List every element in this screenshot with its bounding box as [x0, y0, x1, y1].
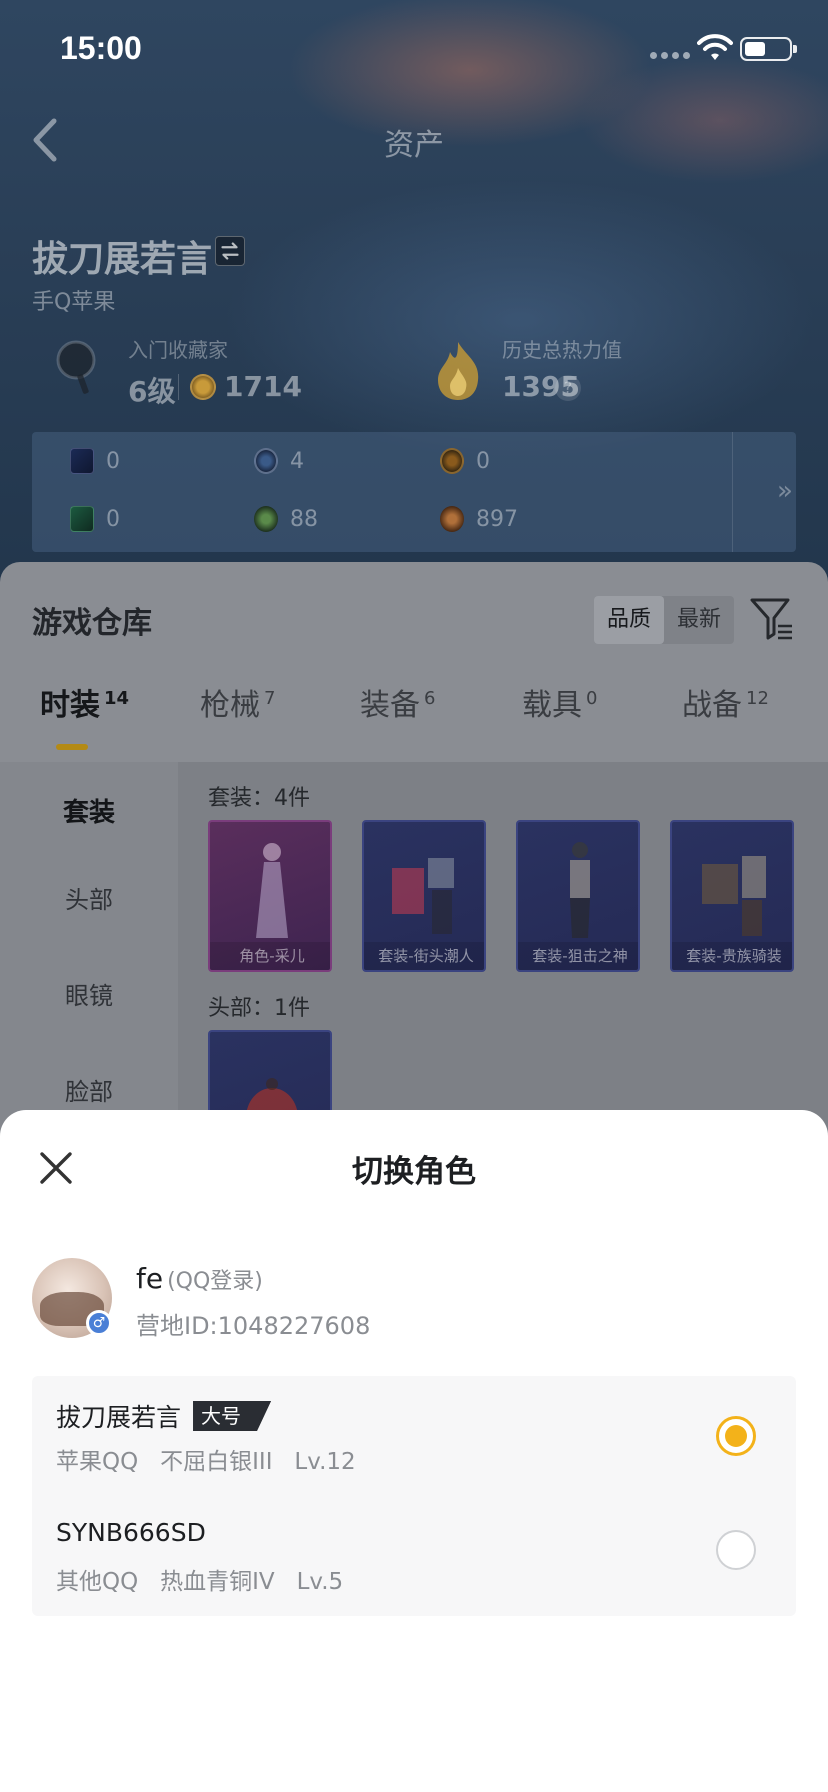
- switch-account-icon[interactable]: [215, 236, 245, 266]
- tab-supplies[interactable]: 战备 12: [682, 680, 769, 724]
- side-item-head[interactable]: 头部: [0, 880, 178, 915]
- collector-title: 入门收藏家: [128, 338, 228, 362]
- user-name: fe (QQ登录): [136, 1262, 263, 1295]
- collector-points: 1714: [224, 370, 302, 403]
- wifi-icon: [697, 34, 733, 60]
- currency-item: 88: [254, 506, 318, 532]
- tab-guns[interactable]: 枪械 7: [200, 680, 275, 724]
- login-method: (QQ登录): [167, 1269, 263, 1294]
- role-list: 拔刀展若言 大号 苹果QQ 不屈白银III Lv.12 SYNB666SD 其他…: [32, 1376, 796, 1616]
- side-item-suits[interactable]: 套装: [0, 792, 178, 829]
- item-card[interactable]: 角色-采儿: [208, 820, 332, 972]
- warehouse-title: 游戏仓库: [32, 606, 152, 641]
- category-tabs: 时装 14 枪械 7 装备 6 载具 0 战备 12: [0, 680, 828, 744]
- side-item-face[interactable]: 脸部: [0, 1072, 178, 1107]
- coin-icon: [190, 374, 216, 400]
- section-label-suits: 套装：4件: [208, 786, 310, 811]
- currency-item: 4: [254, 448, 304, 474]
- camp-id: 营地ID:1048227608: [136, 1312, 371, 1340]
- currency-item: 0: [70, 448, 120, 474]
- section-label-head: 头部：1件: [208, 996, 310, 1021]
- frying-pan-icon: [56, 340, 96, 394]
- role-name: 拔刀展若言 大号: [56, 1398, 272, 1434]
- outfit-figure-icon: [392, 858, 454, 934]
- item-card[interactable]: 套装-街头潮人: [362, 820, 486, 972]
- sheet-title: 切换角色: [352, 1154, 476, 1190]
- currency-divider: [732, 432, 733, 552]
- currency-item: 0: [440, 448, 490, 474]
- tab-equipment[interactable]: 装备 6: [360, 680, 435, 724]
- flame-icon: [438, 342, 479, 400]
- card-icon: [70, 448, 94, 474]
- character-figure-icon: [256, 843, 288, 938]
- currency-panel[interactable]: 0 4 0 0 88 897 »: [32, 432, 796, 552]
- token-icon: [254, 448, 278, 474]
- sort-toggle: 品质 最新: [594, 596, 734, 644]
- role-detail: 苹果QQ 不屈白银III Lv.12: [56, 1449, 356, 1475]
- tab-vehicles[interactable]: 载具 0: [522, 680, 597, 724]
- green-card-icon: [70, 506, 94, 532]
- role-radio-selected[interactable]: [716, 1416, 756, 1456]
- sort-latest-button[interactable]: 最新: [664, 596, 734, 644]
- side-item-glasses[interactable]: 眼镜: [0, 976, 178, 1011]
- battery-icon: [740, 37, 797, 61]
- item-card[interactable]: 套装-狙击之神: [516, 820, 640, 972]
- status-bar: 15:00: [0, 0, 828, 100]
- player-name: 拔刀展若言: [32, 239, 213, 280]
- page-title: 资产: [384, 128, 444, 163]
- cellular-signal-icon: [650, 52, 690, 59]
- collector-level: 6级: [128, 375, 176, 408]
- currency-item: 0: [70, 506, 120, 532]
- sort-quality-button[interactable]: 品质: [594, 596, 664, 644]
- platform-label: 手Q苹果: [32, 290, 116, 315]
- help-icon[interactable]: ?: [555, 375, 581, 401]
- role-radio[interactable]: [716, 1530, 756, 1570]
- role-option[interactable]: SYNB666SD 其他QQ 热血青铜IV Lv.5: [32, 1496, 796, 1616]
- heat-title: 历史总热力值: [502, 338, 622, 362]
- main-account-badge: 大号: [193, 1401, 272, 1431]
- more-chevron-icon[interactable]: »: [777, 476, 793, 506]
- tab-fashion[interactable]: 时装 14: [40, 680, 129, 724]
- badge-icon: [440, 448, 464, 474]
- male-gender-icon: ♂: [86, 1310, 112, 1336]
- outfit-figure-icon: [570, 842, 590, 938]
- role-name: SYNB666SD: [56, 1518, 206, 1547]
- role-detail: 其他QQ 热血青铜IV Lv.5: [56, 1569, 344, 1595]
- status-time: 15:00: [60, 30, 142, 66]
- switch-role-sheet: 切换角色 ♂ fe (QQ登录) 营地ID:1048227608 拔刀展若言 大号…: [0, 1110, 828, 1792]
- item-card[interactable]: 套装-贵族骑装: [670, 820, 794, 972]
- orb-icon: [254, 506, 278, 532]
- bronze-coin-icon: [440, 506, 464, 532]
- active-tab-indicator: [56, 744, 88, 750]
- currency-item: 897: [440, 506, 518, 532]
- role-option[interactable]: 拔刀展若言 大号 苹果QQ 不屈白银III Lv.12: [32, 1376, 796, 1496]
- outfit-figure-icon: [702, 856, 766, 936]
- stat-divider: [178, 374, 179, 400]
- filter-icon[interactable]: [748, 594, 794, 642]
